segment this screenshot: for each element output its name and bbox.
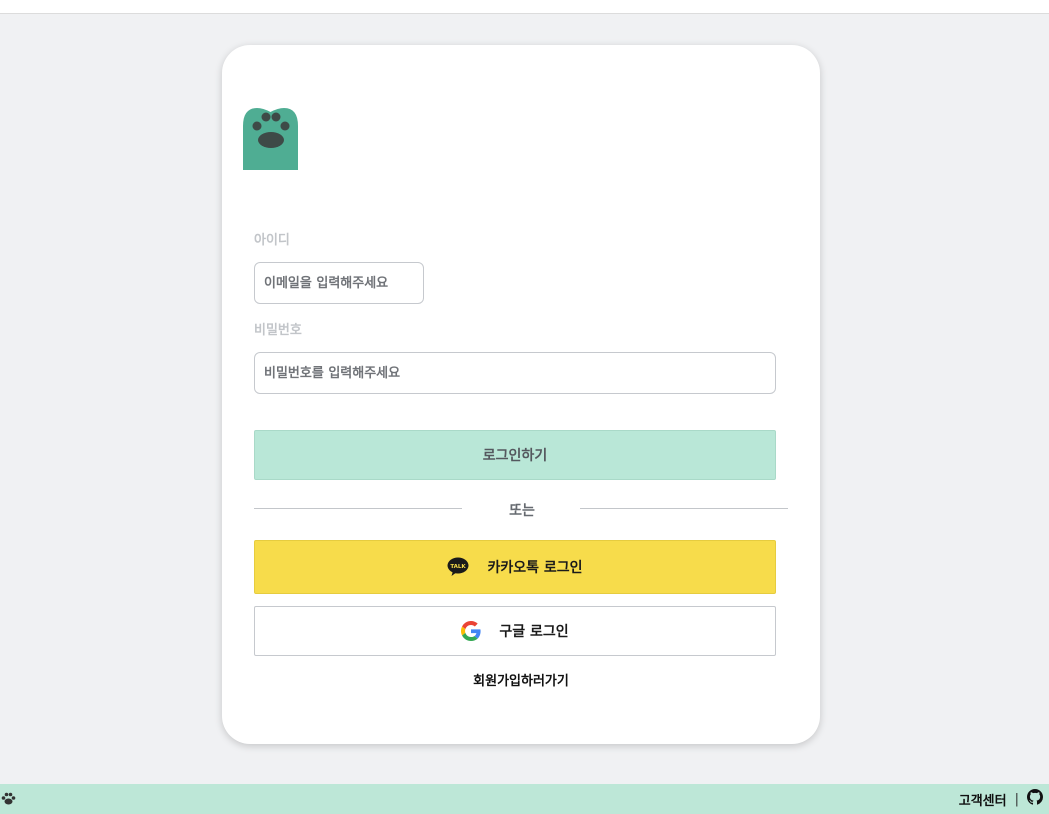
customer-center-link[interactable]: 고객센터 (959, 790, 1007, 809)
paw-logo-icon (243, 108, 298, 170)
footer: 고객센터 | (0, 784, 1049, 814)
login-button[interactable]: 로그인하기 (254, 430, 776, 480)
github-icon[interactable] (1027, 789, 1043, 809)
login-card: 아이디 비밀번호 로그인하기 또는 TALK 카카오톡 로그인 구글 로그인 (222, 45, 820, 744)
divider-line-left (254, 508, 462, 509)
google-icon (461, 621, 481, 641)
divider-line-right (580, 508, 788, 509)
kakao-icon-text: TALK (451, 564, 467, 570)
email-input[interactable] (254, 262, 424, 304)
google-login-button[interactable]: 구글 로그인 (254, 606, 776, 656)
google-login-label: 구글 로그인 (499, 624, 569, 640)
footer-paw-icon[interactable] (1, 792, 16, 805)
top-bar (0, 0, 1049, 14)
footer-separator: | (1014, 791, 1019, 807)
kakao-login-button[interactable]: TALK 카카오톡 로그인 (254, 540, 776, 594)
divider-text: 또는 (509, 503, 535, 519)
password-label: 비밀번호 (254, 323, 302, 338)
kakao-talk-icon: TALK (447, 557, 469, 577)
signup-link[interactable]: 회원가입하러가기 (222, 670, 820, 689)
kakao-login-label: 카카오톡 로그인 (487, 560, 583, 576)
id-label: 아이디 (254, 233, 290, 248)
login-button-label: 로그인하기 (482, 448, 548, 464)
password-input[interactable] (254, 352, 776, 394)
